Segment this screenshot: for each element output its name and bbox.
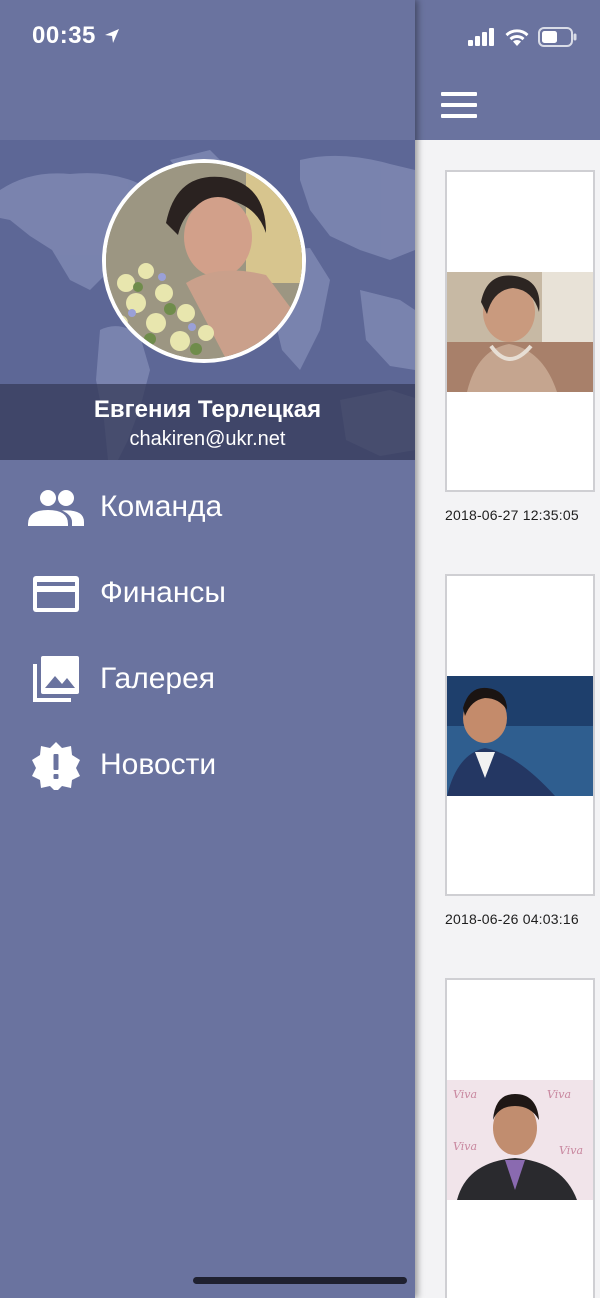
profile-info: Евгения Терлецкая chakiren@ukr.net — [0, 384, 415, 460]
menu-item-label: Финансы — [100, 576, 226, 609]
gallery-card[interactable] — [445, 574, 595, 896]
profile-header: Евгения Терлецкая chakiren@ukr.net — [0, 140, 415, 460]
status-time: 00:35 — [32, 22, 96, 49]
menu-item-label: Команда — [100, 490, 223, 523]
news-alert-icon — [32, 742, 80, 790]
location-arrow-icon — [104, 29, 119, 43]
team-icon — [28, 490, 84, 526]
avatar[interactable] — [102, 159, 306, 363]
menu-item-finance[interactable]: Финансы — [0, 556, 415, 632]
svg-text:Viva: Viva — [559, 1144, 583, 1157]
gallery-card[interactable] — [445, 170, 595, 492]
gallery-photo — [447, 676, 593, 796]
gallery-icon — [33, 656, 79, 702]
credit-card-icon — [33, 576, 79, 612]
navigation-drawer: 00:35 Евгения Терлецкая chakiren@ukr.net… — [0, 0, 415, 1298]
gallery-date: 2018-06-26 04:03:16 — [445, 911, 579, 927]
svg-text:Viva: Viva — [453, 1140, 477, 1153]
wifi-icon — [505, 28, 529, 46]
menu-item-gallery[interactable]: Галерея — [0, 642, 415, 718]
svg-text:Viva: Viva — [453, 1088, 477, 1101]
svg-text:Viva: Viva — [547, 1088, 571, 1101]
status-indicators — [468, 25, 578, 49]
main-content: 2018-06-27 12:35:05 2018-06-26 04:03:16 … — [415, 0, 600, 1298]
user-name: Евгения Терлецкая — [93, 396, 322, 423]
menu-item-team[interactable]: Команда — [0, 470, 415, 546]
menu-item-label: Новости — [100, 748, 217, 781]
gallery-date: 2018-06-27 12:35:05 — [445, 507, 579, 523]
cellular-signal-icon — [468, 28, 494, 46]
avatar-photo — [106, 163, 302, 359]
app-top-bar — [415, 0, 600, 140]
menu-item-label: Галерея — [100, 662, 216, 695]
home-indicator[interactable] — [193, 1277, 407, 1284]
hamburger-menu-icon[interactable] — [441, 92, 477, 120]
gallery-photo: Viva Viva Viva Viva — [447, 1080, 593, 1200]
user-email: chakiren@ukr.net — [129, 428, 286, 450]
status-bar: 00:35 — [32, 22, 120, 50]
gallery-card[interactable]: Viva Viva Viva Viva — [445, 978, 595, 1298]
battery-icon — [538, 27, 577, 47]
gallery-photo — [447, 272, 593, 392]
menu-item-news[interactable]: Новости — [0, 728, 415, 804]
